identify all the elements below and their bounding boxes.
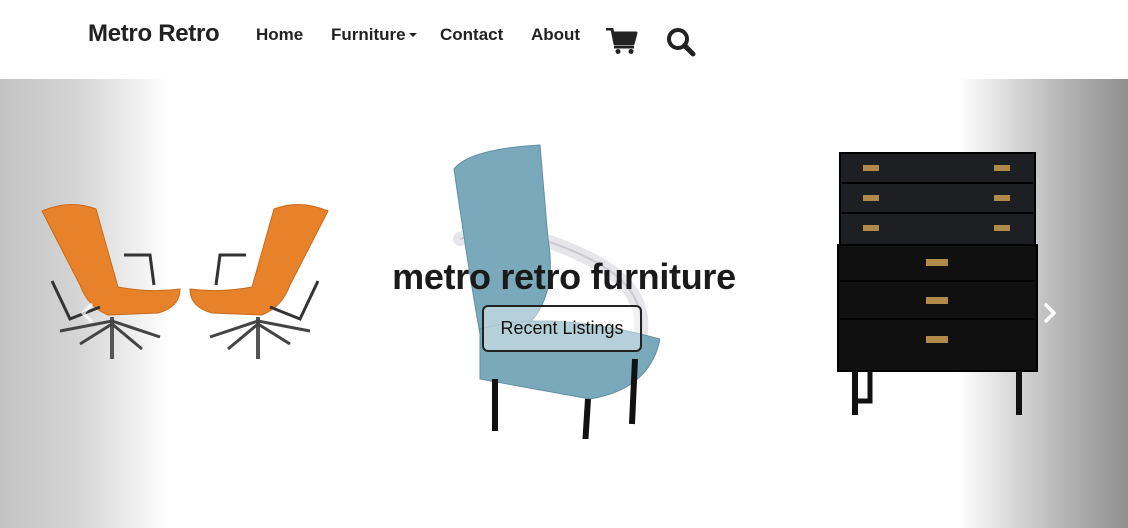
nav-home[interactable]: Home [256, 25, 303, 45]
brand-logo[interactable]: Metro Retro [88, 20, 220, 48]
chevron-right-icon[interactable] [1037, 301, 1061, 325]
hero-carousel: metro retro furniture Recent Listings [0, 79, 1128, 528]
recent-listings-button[interactable]: Recent Listings [482, 305, 642, 352]
navbar: Metro Retro Home Furniture Contact About [0, 0, 1128, 79]
search-icon[interactable] [665, 27, 697, 57]
chevron-left-icon[interactable] [76, 301, 100, 325]
hero-title: metro retro furniture [392, 256, 736, 297]
nav-furniture-dropdown[interactable]: Furniture [331, 25, 417, 45]
shopping-cart-icon[interactable] [606, 28, 638, 54]
nav-about[interactable]: About [531, 25, 580, 45]
nav-furniture-label: Furniture [331, 25, 406, 44]
nav-contact[interactable]: Contact [440, 25, 503, 45]
caret-down-icon [408, 32, 417, 37]
